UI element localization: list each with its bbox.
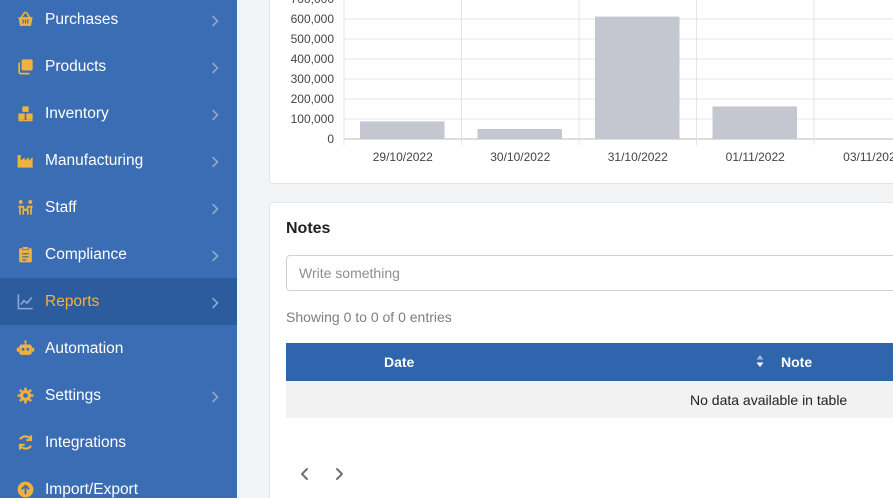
chart-bar [360, 121, 445, 139]
chevron-right-icon [211, 249, 221, 261]
upload-circle-icon [15, 480, 35, 498]
entries-info: Showing 0 to 0 of 0 entries [286, 309, 452, 325]
y-tick-label: 700,000 [291, 0, 335, 6]
people-icon [15, 198, 35, 218]
sidebar-item-compliance[interactable]: Compliance [0, 231, 237, 278]
chart-bar [477, 129, 562, 139]
sidebar-item-label: Import/Export [45, 480, 139, 498]
gear-icon [15, 386, 35, 406]
table-header: Date Note [286, 343, 893, 381]
bar-chart: 0 100,000 200,000 300,000 400,000 500,000 600,… [291, 0, 893, 164]
x-tick-label: 01/11/2022 [726, 150, 785, 164]
sidebar-item-reports[interactable]: Reports [0, 278, 237, 325]
clipboard-icon [15, 245, 35, 265]
notes-table: Date Note No data available in table [286, 343, 893, 418]
chevron-right-icon [211, 390, 221, 402]
sidebar: Purchases Products Inventory Manufacturing S… [0, 0, 237, 498]
x-tick-label: 30/10/2022 [490, 150, 550, 164]
sidebar-item-label: Integrations [45, 433, 126, 451]
chevron-right-icon [211, 202, 221, 214]
y-tick-label: 400,000 [291, 52, 335, 66]
y-tick-label: 0 [327, 132, 334, 146]
notes-card: Notes Showing 0 to 0 of 0 entries Date N… [269, 202, 893, 498]
chevron-right-icon [211, 108, 221, 120]
sidebar-item-import-export[interactable]: Import/Export [0, 466, 237, 498]
sidebar-item-settings[interactable]: Settings [0, 372, 237, 419]
column-header-date[interactable]: Date [384, 354, 414, 370]
sidebar-item-label: Compliance [45, 245, 127, 263]
y-tick-label: 500,000 [291, 32, 335, 46]
column-header-note[interactable]: Note [781, 354, 812, 370]
x-tick-label: 31/10/2022 [608, 150, 668, 164]
previous-page-button[interactable] [298, 467, 312, 481]
basket-icon [15, 10, 35, 30]
y-tick-label: 200,000 [291, 92, 335, 106]
chart-bar [712, 106, 797, 139]
sidebar-item-manufacturing[interactable]: Manufacturing [0, 137, 237, 184]
sidebar-item-purchases[interactable]: Purchases [0, 0, 237, 43]
sidebar-item-inventory[interactable]: Inventory [0, 90, 237, 137]
sidebar-item-label: Staff [45, 198, 77, 216]
chevron-right-icon [211, 296, 221, 308]
chart-bar [595, 16, 680, 140]
y-tick-label: 300,000 [291, 72, 335, 86]
sidebar-item-products[interactable]: Products [0, 43, 237, 90]
sidebar-item-label: Reports [45, 292, 100, 310]
boxes-icon [15, 104, 35, 124]
sales-chart-card: 0 100,000 200,000 300,000 400,000 500,000 600,… [269, 0, 893, 184]
robot-icon [15, 339, 35, 359]
y-tick-label: 600,000 [291, 12, 335, 26]
table-row: No data available in table [286, 381, 893, 418]
sidebar-item-label: Settings [45, 386, 102, 404]
x-tick-label: 29/10/2022 [373, 150, 433, 164]
sidebar-item-label: Purchases [45, 10, 119, 28]
sidebar-item-automation[interactable]: Automation [0, 325, 237, 372]
chevron-right-icon [211, 14, 221, 26]
chart-line-icon [15, 292, 35, 312]
sort-icon[interactable] [756, 354, 764, 368]
industry-icon [15, 151, 35, 171]
chevron-right-icon [211, 155, 221, 167]
notes-input[interactable] [286, 255, 893, 291]
notes-title: Notes [286, 220, 331, 237]
sync-icon [15, 433, 35, 453]
sidebar-item-integrations[interactable]: Integrations [0, 419, 237, 466]
products-icon [15, 57, 35, 77]
sidebar-item-staff[interactable]: Staff [0, 184, 237, 231]
sidebar-item-label: Inventory [45, 104, 109, 122]
chevron-left-icon [301, 468, 308, 480]
next-page-button[interactable] [332, 467, 346, 481]
sidebar-item-label: Manufacturing [45, 151, 144, 169]
x-tick-label: 03/11/2022 [843, 150, 893, 164]
y-tick-label: 100,000 [291, 112, 335, 126]
sidebar-item-label: Automation [45, 339, 124, 357]
sidebar-item-label: Products [45, 57, 107, 75]
chevron-right-icon [336, 468, 343, 480]
empty-table-message: No data available in table [690, 392, 848, 408]
chevron-right-icon [211, 61, 221, 73]
